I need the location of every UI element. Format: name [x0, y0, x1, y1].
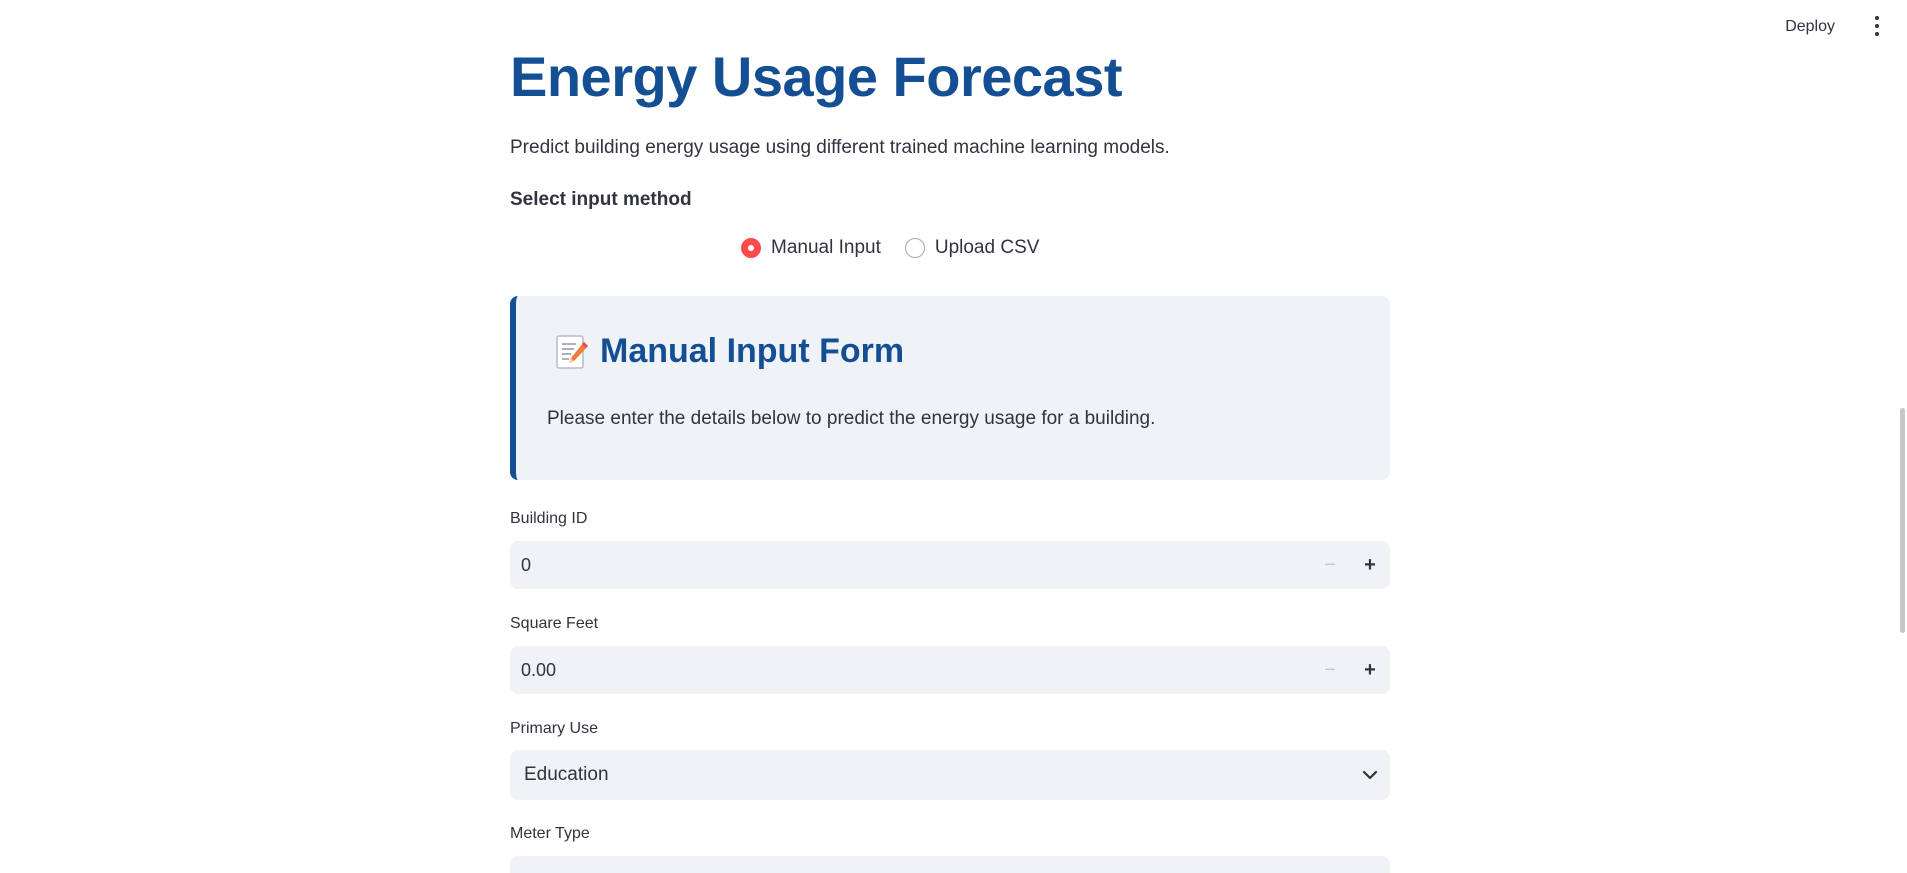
info-card-title: Manual Input Form	[600, 332, 905, 370]
input-method-radio-group: Manual Input Upload CSV	[741, 237, 1039, 259]
radio-option-label: Upload CSV	[934, 237, 1040, 258]
scrollbar[interactable]	[1895, 0, 1907, 873]
square-feet-value[interactable]: 0.00	[510, 660, 1310, 681]
square-feet-input[interactable]: 0.00 − +	[510, 646, 1390, 694]
building-id-input[interactable]: 0 − +	[510, 541, 1390, 589]
increment-icon[interactable]: +	[1350, 646, 1390, 694]
decrement-icon[interactable]: −	[1310, 541, 1350, 589]
page-title: Energy Usage Forecast	[510, 45, 1122, 108]
app-page: Deploy Energy Usage Forecast Predict bui…	[0, 0, 1907, 873]
radio-option-upload-csv[interactable]: Upload CSV	[904, 237, 1040, 259]
radio-option-manual-input[interactable]: Manual Input	[741, 237, 881, 259]
radio-selected-icon[interactable]	[741, 238, 761, 258]
primary-use-label: Primary Use	[510, 720, 599, 737]
decrement-icon[interactable]: −	[1310, 646, 1350, 694]
primary-use-select[interactable]: Education	[510, 750, 1390, 800]
memo-icon	[554, 333, 590, 371]
meter-type-select[interactable]	[510, 856, 1390, 873]
manual-input-info-card: Manual Input Form Please enter the detai…	[510, 296, 1390, 480]
more-vertical-icon[interactable]	[1869, 14, 1885, 38]
radio-option-label: Manual Input	[771, 237, 881, 258]
info-card-text: Please enter the details below to predic…	[547, 408, 1156, 429]
page-subtitle: Predict building energy usage using diff…	[510, 137, 1170, 158]
deploy-button[interactable]: Deploy	[1777, 14, 1843, 40]
meter-type-label: Meter Type	[510, 825, 590, 842]
building-id-label: Building ID	[510, 510, 588, 527]
increment-icon[interactable]: +	[1350, 541, 1390, 589]
info-card-heading: Manual Input Form	[554, 332, 904, 371]
input-method-label: Select input method	[510, 189, 692, 210]
square-feet-label: Square Feet	[510, 615, 599, 632]
chevron-down-icon[interactable]	[1350, 750, 1390, 800]
scrollbar-thumb[interactable]	[1900, 408, 1905, 633]
building-id-value[interactable]: 0	[510, 555, 1310, 576]
radio-unselected-icon[interactable]	[904, 238, 925, 258]
primary-use-value: Education	[524, 764, 609, 785]
